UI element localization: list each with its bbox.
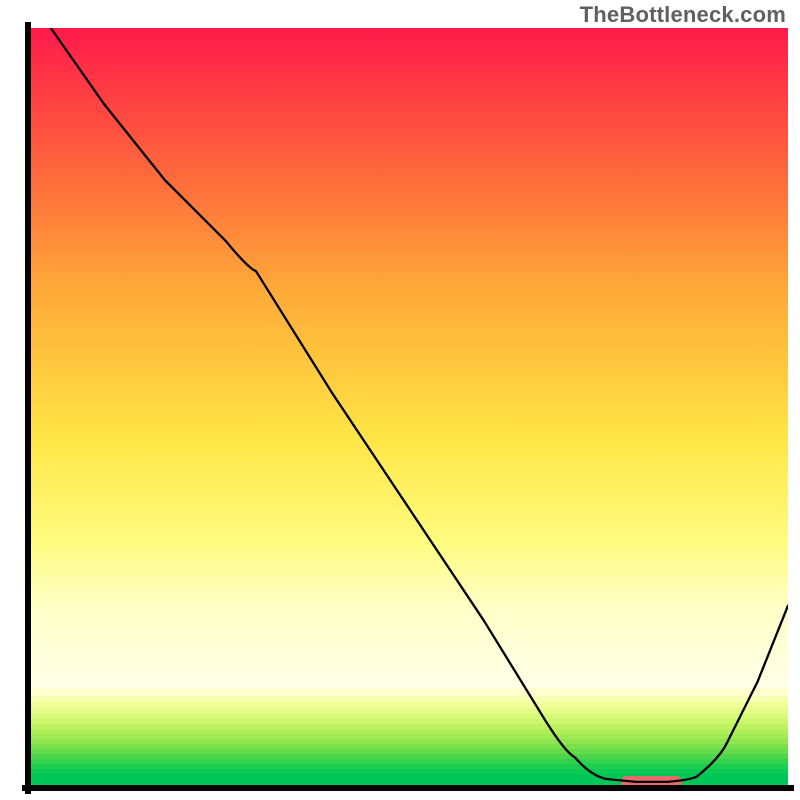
gradient-backdrop (28, 28, 788, 688)
watermark-text: TheBottleneck.com (580, 2, 786, 28)
chart-root: TheBottleneck.com (0, 0, 800, 800)
lower-stripes (28, 688, 788, 788)
chart-svg (0, 0, 800, 800)
